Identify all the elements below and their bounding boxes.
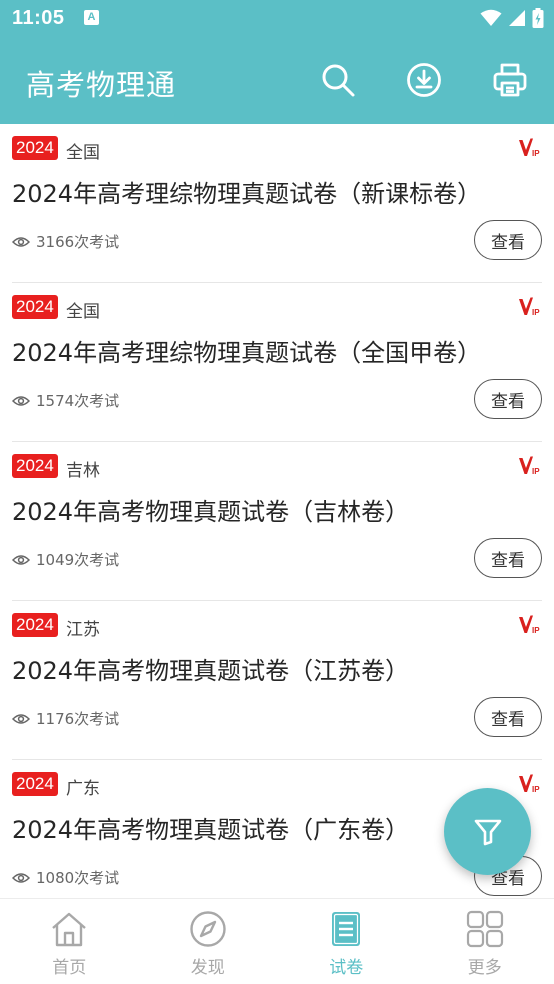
vip-icon: IP (519, 774, 540, 794)
view-button[interactable]: 查看 (474, 697, 542, 737)
vip-icon: IP (519, 297, 540, 317)
filter-button[interactable] (444, 788, 531, 875)
svg-text:IP: IP (532, 308, 540, 317)
view-count-text: 3166次考试 (36, 233, 120, 251)
nav-label-discover: 发现 (190, 958, 225, 978)
svg-text:IP: IP (532, 149, 540, 158)
year-badge: 2024 (12, 136, 58, 160)
notification-icon: A (84, 10, 99, 25)
eye-icon (12, 872, 30, 883)
region-label: 吉林 (66, 461, 100, 481)
app-screen: 11:05 A 高考物理通 2024 全国 IP 2024年高考理综物理真题试卷… (0, 0, 554, 984)
status-bar: 11:05 A (0, 0, 554, 36)
region-label: 广东 (66, 779, 100, 799)
filter-icon (474, 819, 501, 845)
year-badge: 2024 (12, 772, 58, 796)
status-icons (480, 7, 544, 29)
grid-icon (465, 909, 505, 949)
nav-item-more[interactable]: 更多 (416, 899, 554, 984)
document-icon (326, 909, 366, 949)
svg-text:IP: IP (532, 785, 540, 794)
nav-label-papers: 试卷 (329, 958, 364, 978)
region-label: 全国 (66, 143, 100, 163)
paper-card[interactable]: 2024 吉林 IP 2024年高考物理真题试卷（吉林卷） 1049次考试 查看 (12, 442, 542, 601)
vip-icon: IP (519, 615, 540, 635)
status-time: 11:05 (12, 7, 65, 29)
paper-card[interactable]: 2024 全国 IP 2024年高考理综物理真题试卷（全国甲卷） 1574次考试… (12, 283, 542, 442)
nav-item-discover[interactable]: 发现 (139, 899, 278, 984)
year-badge: 2024 (12, 295, 58, 319)
paper-list[interactable]: 2024 全国 IP 2024年高考理综物理真题试卷（新课标卷） 3166次考试… (0, 124, 554, 898)
eye-icon (12, 395, 30, 406)
view-count: 1176次考试 (12, 708, 119, 729)
view-button[interactable]: 查看 (474, 220, 542, 260)
paper-title[interactable]: 2024年高考理综物理真题试卷（新课标卷） (12, 174, 481, 209)
year-badge: 2024 (12, 613, 58, 637)
paper-title[interactable]: 2024年高考物理真题试卷（江苏卷） (12, 651, 409, 686)
view-count: 1049次考试 (12, 549, 119, 570)
eye-icon (12, 713, 30, 724)
region-label: 全国 (66, 302, 100, 322)
vip-icon: IP (519, 138, 540, 158)
eye-icon (12, 554, 30, 565)
view-count-text: 1176次考试 (36, 710, 120, 728)
search-icon (322, 64, 355, 97)
view-count: 3166次考试 (12, 231, 119, 252)
vip-icon: IP (519, 456, 540, 476)
paper-card[interactable]: 2024 全国 IP 2024年高考理综物理真题试卷（新课标卷） 3166次考试… (12, 124, 542, 283)
home-icon (49, 909, 89, 949)
download-button[interactable] (404, 60, 444, 100)
search-button[interactable] (318, 60, 358, 100)
battery-icon (532, 8, 544, 28)
paper-title[interactable]: 2024年高考物理真题试卷（吉林卷） (12, 492, 409, 527)
app-bar: 高考物理通 (0, 36, 554, 124)
print-icon (493, 63, 527, 97)
year-badge: 2024 (12, 454, 58, 478)
view-button[interactable]: 查看 (474, 379, 542, 419)
nav-item-papers[interactable]: 试卷 (277, 899, 416, 984)
eye-icon (12, 236, 30, 247)
view-count-text: 1574次考试 (36, 392, 120, 410)
svg-text:IP: IP (532, 626, 540, 635)
view-count-text: 1080次考试 (36, 869, 120, 887)
wifi-icon (480, 9, 502, 26)
paper-card[interactable]: 2024 江苏 IP 2024年高考物理真题试卷（江苏卷） 1176次考试 查看 (12, 601, 542, 760)
download-icon (407, 63, 441, 97)
paper-title[interactable]: 2024年高考物理真题试卷（广东卷） (12, 810, 409, 845)
nav-label-home: 首页 (52, 958, 87, 978)
svg-text:IP: IP (532, 467, 540, 476)
view-count: 1080次考试 (12, 867, 119, 888)
signal-icon (509, 10, 525, 26)
compass-icon (188, 909, 228, 949)
region-label: 江苏 (66, 620, 100, 640)
view-button[interactable]: 查看 (474, 538, 542, 578)
bottom-nav: 首页 发现 试卷 更多 (0, 898, 554, 984)
view-count-text: 1049次考试 (36, 551, 120, 569)
nav-label-more: 更多 (467, 958, 502, 978)
view-count: 1574次考试 (12, 390, 119, 411)
paper-title[interactable]: 2024年高考理综物理真题试卷（全国甲卷） (12, 333, 481, 368)
print-button[interactable] (490, 60, 530, 100)
app-title: 高考物理通 (26, 68, 177, 102)
nav-item-home[interactable]: 首页 (0, 899, 139, 984)
